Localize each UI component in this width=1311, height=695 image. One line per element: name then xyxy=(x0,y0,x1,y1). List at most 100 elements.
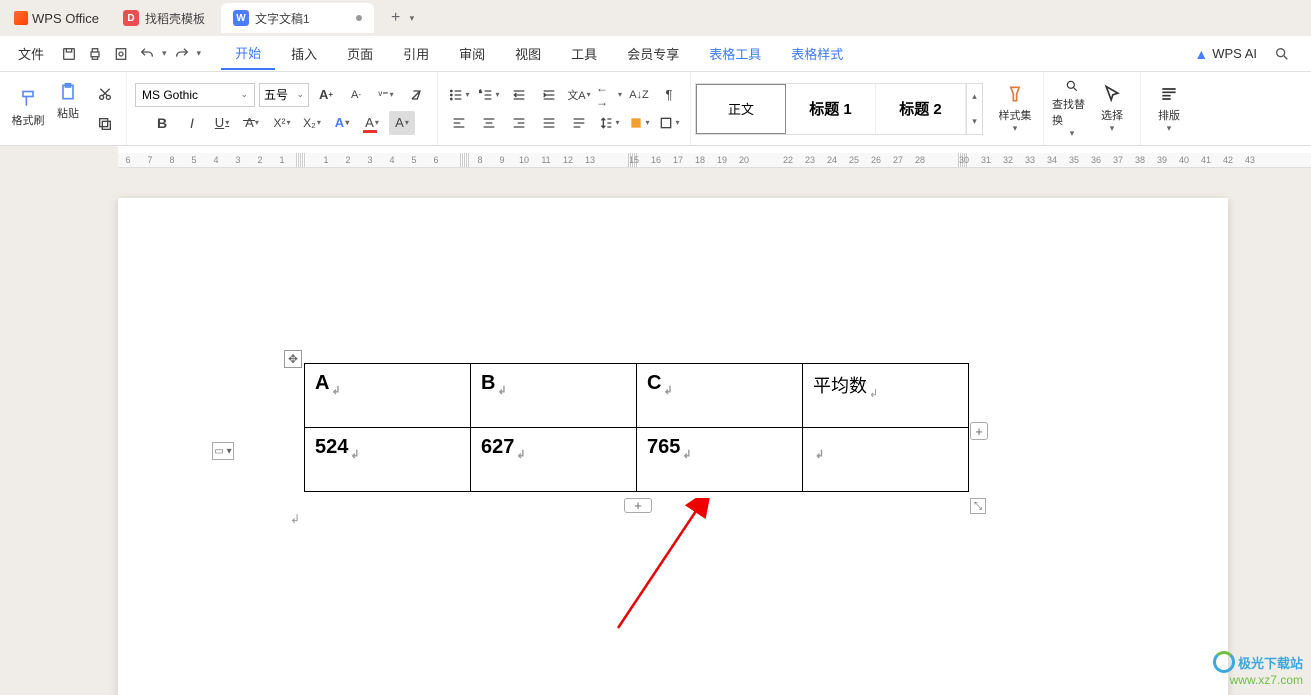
font-name-select[interactable]: MS Gothic ⌄ xyxy=(135,83,255,107)
table-row[interactable]: 524↲ 627↲ 765↲ ↲ xyxy=(305,428,969,492)
redo-dropdown[interactable]: ▾ xyxy=(197,48,202,59)
text-direction-icon[interactable]: 文A xyxy=(566,83,592,107)
new-tab-dropdown[interactable]: ▾ xyxy=(410,13,415,24)
bullet-list-icon[interactable] xyxy=(446,83,472,107)
line-spacing-icon[interactable] xyxy=(596,111,622,135)
ruler[interactable]: 6785432112345689101112131516171819202223… xyxy=(118,146,1311,168)
format-painter-button[interactable]: 格式刷 xyxy=(8,79,48,139)
clear-format-icon[interactable] xyxy=(403,83,429,107)
style-scroll-up[interactable]: ▴ xyxy=(966,84,982,109)
style-heading1[interactable]: 标题 1 xyxy=(786,84,876,134)
shrink-font-icon[interactable]: A- xyxy=(343,83,369,107)
table-row[interactable]: A↲ B↲ C↲ 平均数↲ xyxy=(305,364,969,428)
table-add-row-button[interactable]: + xyxy=(624,498,652,513)
print-icon[interactable] xyxy=(84,43,106,65)
number-list-icon[interactable]: 1 xyxy=(476,83,502,107)
text-effect-icon[interactable]: A xyxy=(329,111,355,135)
style-set-button[interactable]: 样式集 ▾ xyxy=(995,79,1035,139)
grow-font-icon[interactable]: A+ xyxy=(313,83,339,107)
show-marks-icon[interactable]: ¶ xyxy=(656,83,682,107)
asian-layout-icon[interactable]: ← → xyxy=(596,83,622,107)
table-resize-handle[interactable]: ⤡ xyxy=(970,498,986,514)
find-replace-button[interactable]: 查找替换 ▾ xyxy=(1052,79,1092,139)
select-label: 选择 xyxy=(1101,107,1123,123)
ruler-indent-marker[interactable] xyxy=(296,153,306,167)
underline-icon[interactable]: U xyxy=(209,111,235,135)
menu-tab-view[interactable]: 视图 xyxy=(501,38,555,69)
table-cell[interactable]: C↲ xyxy=(637,364,803,428)
ribbon-group-styleset: 样式集 ▾ xyxy=(987,72,1044,145)
table-cell[interactable]: B↲ xyxy=(471,364,637,428)
document-canvas[interactable]: ✥ ▭ ▾ A↲ B↲ C↲ 平均数↲ 524↲ 627↲ 765↲ ↲ + +… xyxy=(0,168,1311,695)
table-cell[interactable]: A↲ xyxy=(305,364,471,428)
tab-templates[interactable]: D 找稻壳模板 xyxy=(111,3,217,33)
align-left-icon[interactable] xyxy=(446,111,472,135)
copy-icon[interactable] xyxy=(92,112,118,136)
style-scroll-down[interactable]: ▾ xyxy=(966,109,982,134)
border-icon[interactable] xyxy=(656,111,682,135)
style-set-label: 样式集 xyxy=(999,107,1032,123)
table-move-handle[interactable]: ✥ xyxy=(284,350,302,368)
print-preview-icon[interactable] xyxy=(110,43,132,65)
menu-tab-page[interactable]: 页面 xyxy=(333,38,387,69)
search-icon[interactable] xyxy=(1271,43,1293,65)
align-center-icon[interactable] xyxy=(476,111,502,135)
paste-button[interactable]: 粘贴 xyxy=(48,79,88,125)
align-right-icon[interactable] xyxy=(506,111,532,135)
table-cell[interactable]: ↲ xyxy=(803,428,969,492)
table-cell[interactable]: 平均数↲ xyxy=(803,364,969,428)
layout-button[interactable]: 排版 ▾ xyxy=(1149,79,1189,139)
menu-tab-review[interactable]: 审阅 xyxy=(445,38,499,69)
undo-dropdown[interactable]: ▾ xyxy=(162,48,167,59)
shading-icon[interactable] xyxy=(626,111,652,135)
menu-tab-table-tools[interactable]: 表格工具 xyxy=(695,38,775,69)
select-button[interactable]: 选择 ▾ xyxy=(1092,79,1132,139)
ribbon-group-clipboard: 格式刷 粘贴 xyxy=(0,72,127,145)
menu-tab-home[interactable]: 开始 xyxy=(221,37,275,70)
superscript-icon[interactable]: X² xyxy=(269,111,295,135)
highlight-icon[interactable]: A xyxy=(389,111,415,135)
new-tab-button[interactable]: + xyxy=(384,6,408,30)
redo-icon[interactable] xyxy=(171,43,193,65)
ribbon-group-paragraph: 1 文A ← → A↓Z ¶ xyxy=(438,72,691,145)
app-logo[interactable]: WPS Office xyxy=(4,3,109,33)
document-table[interactable]: A↲ B↲ C↲ 平均数↲ 524↲ 627↲ 765↲ ↲ xyxy=(304,363,969,492)
increase-indent-icon[interactable] xyxy=(536,83,562,107)
wps-ai-label: WPS AI xyxy=(1212,46,1257,61)
style-normal[interactable]: 正文 xyxy=(696,84,786,134)
table-add-column-button[interactable]: + xyxy=(970,422,988,440)
menu-tab-member[interactable]: 会员专享 xyxy=(613,38,693,69)
distribute-icon[interactable] xyxy=(566,111,592,135)
menu-tab-tools[interactable]: 工具 xyxy=(557,38,611,69)
style-heading2[interactable]: 标题 2 xyxy=(876,84,966,134)
table-cell[interactable]: 627↲ xyxy=(471,428,637,492)
menu-file[interactable]: 文件 xyxy=(8,44,54,63)
italic-icon[interactable]: I xyxy=(179,111,205,135)
ruler-tab-marker[interactable] xyxy=(460,153,470,167)
save-icon[interactable] xyxy=(58,43,80,65)
svg-text:1: 1 xyxy=(480,88,483,93)
decrease-indent-icon[interactable] xyxy=(506,83,532,107)
tab-document[interactable]: W 文字文稿1 xyxy=(221,3,374,33)
strikethrough-icon[interactable]: A xyxy=(239,111,265,135)
font-size-select[interactable]: 五号 ⌄ xyxy=(259,83,309,107)
table-cell[interactable]: 765↲ xyxy=(637,428,803,492)
align-justify-icon[interactable] xyxy=(536,111,562,135)
menu-tab-insert[interactable]: 插入 xyxy=(277,38,331,69)
bold-icon[interactable]: B xyxy=(149,111,175,135)
menu-right: ▲ WPS AI xyxy=(1194,43,1293,65)
font-color-icon[interactable]: A xyxy=(359,111,385,135)
title-bar: WPS Office D 找稻壳模板 W 文字文稿1 + ▾ xyxy=(0,0,1311,36)
sort-icon[interactable]: A↓Z xyxy=(626,83,652,107)
tab-modified-dot xyxy=(356,15,362,21)
table-cell[interactable]: 524↲ xyxy=(305,428,471,492)
table-row-handle[interactable]: ▭ ▾ xyxy=(212,442,234,460)
subscript-icon[interactable]: X₂ xyxy=(299,111,325,135)
wps-ai-button[interactable]: ▲ WPS AI xyxy=(1194,46,1257,62)
undo-icon[interactable] xyxy=(136,43,158,65)
cut-icon[interactable] xyxy=(92,82,118,106)
document-page[interactable]: ✥ ▭ ▾ A↲ B↲ C↲ 平均数↲ 524↲ 627↲ 765↲ ↲ + +… xyxy=(118,198,1228,695)
menu-tab-reference[interactable]: 引用 xyxy=(389,38,443,69)
menu-tab-table-style[interactable]: 表格样式 xyxy=(777,38,857,69)
change-case-icon[interactable]: ᵛ⁼ xyxy=(373,83,399,107)
